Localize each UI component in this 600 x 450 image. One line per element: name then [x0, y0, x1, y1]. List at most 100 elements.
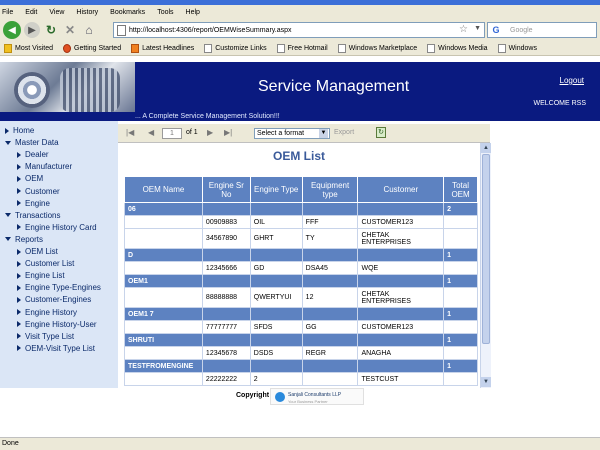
next-page-icon[interactable]: ▶ — [207, 128, 213, 137]
home-icon[interactable]: ⌂ — [81, 22, 97, 38]
sidebar-item-home[interactable]: Home — [5, 126, 34, 135]
bookmark-windows-media[interactable]: Windows Media — [427, 43, 488, 53]
sidebar-item-engine-history-user[interactable]: Engine History-User — [17, 320, 97, 329]
sidebar-item-customer[interactable]: Customer — [17, 187, 60, 196]
sidebar-item-oem-list[interactable]: OEM List — [17, 247, 58, 256]
group-row: OEM1 7 1 — [124, 307, 478, 321]
bookmark-customize-links[interactable]: Customize Links — [204, 43, 267, 53]
sidebar-item-customer-engines[interactable]: Customer-Engines — [17, 295, 91, 304]
table-cell: FFF — [301, 215, 359, 229]
export-format-select[interactable]: Select a format ▼ — [254, 128, 330, 139]
group-row: SHRUTI 1 — [124, 333, 478, 347]
sidebar-item-engine-list[interactable]: Engine List — [17, 271, 65, 280]
sidebar-item-label: Engine — [25, 198, 50, 208]
bookmark-most-visited[interactable]: Most Visited — [4, 43, 53, 53]
arrow-icon — [17, 163, 21, 170]
sidebar-item-oem-visit-type-list[interactable]: OEM-Visit Type List — [17, 344, 95, 353]
search-placeholder: Google — [510, 26, 533, 34]
logout-link[interactable]: Logout — [560, 76, 584, 85]
sidebar-item-master-data[interactable]: Master Data — [5, 138, 59, 147]
table-cell: ANAGHA — [357, 346, 445, 360]
arrow-icon — [17, 200, 21, 207]
menu-bookmarks[interactable]: Bookmarks — [110, 9, 145, 16]
sidebar-item-dealer[interactable]: Dealer — [17, 150, 49, 159]
menu-file[interactable]: File — [2, 9, 13, 16]
table-cell — [124, 215, 203, 229]
page-footer: Copyright Sanjali Consultants LLP Your B… — [118, 388, 490, 406]
menu-view[interactable]: View — [49, 9, 64, 16]
page-number-input[interactable]: 1 — [162, 128, 182, 139]
sidebar-item-manufacturer[interactable]: Manufacturer — [17, 162, 72, 171]
sidebar-item-label: Dealer — [25, 150, 49, 160]
sidebar-item-customer-list[interactable]: Customer List — [17, 259, 74, 268]
col-customer: Customer — [357, 176, 445, 203]
group-cell — [301, 274, 359, 288]
group-cell — [201, 202, 251, 216]
bookmark-label: Windows Media — [438, 44, 488, 52]
sidebar-item-visit-type-list[interactable]: Visit Type List — [17, 332, 74, 341]
table-cell — [443, 372, 478, 386]
menu-edit[interactable]: Edit — [25, 9, 37, 16]
scroll-thumb[interactable] — [482, 154, 490, 344]
table-cell — [124, 287, 203, 308]
table-cell: 00909883 — [201, 215, 251, 229]
arrow-icon — [17, 175, 21, 182]
expanded-arrow-icon — [5, 140, 11, 145]
sidebar-item-engine-history-card[interactable]: Engine History Card — [17, 223, 97, 232]
sidebar-item-engine-history[interactable]: Engine History — [17, 308, 77, 317]
back-arrow-icon[interactable]: ◀ — [3, 21, 21, 39]
table-cell — [443, 320, 478, 334]
bookmark-windows-marketplace[interactable]: Windows Marketplace — [337, 43, 417, 53]
prev-page-icon[interactable]: ◀ — [148, 128, 154, 137]
sidebar-item-engine[interactable]: Engine — [17, 199, 50, 208]
address-dropdown-icon[interactable]: ▼ — [474, 25, 481, 32]
sidebar-item-oem[interactable]: OEM — [17, 174, 43, 183]
sidebar-item-engine-type-engines[interactable]: Engine Type-Engines — [17, 283, 101, 292]
group-cell — [357, 202, 445, 216]
page-icon — [427, 43, 436, 53]
menu-history[interactable]: History — [76, 9, 98, 16]
table-cell: CHETAK ENTERPRISES — [357, 287, 445, 308]
bookmark-latest-headlines[interactable]: Latest Headlines — [131, 43, 194, 53]
browser-navbar: ◀ ▶ ↻ ✕ ⌂ http://localhost:4306/report/O… — [0, 19, 600, 41]
forward-arrow-icon[interactable]: ▶ — [24, 22, 40, 38]
scroll-up-icon[interactable]: ▲ — [481, 143, 491, 153]
bookmark-label: Most Visited — [15, 44, 53, 52]
last-page-icon[interactable]: ▶| — [224, 128, 232, 137]
group-cell — [249, 359, 303, 373]
stop-icon[interactable]: ✕ — [62, 22, 78, 38]
arrow-icon — [17, 284, 21, 291]
arrow-icon — [17, 309, 21, 315]
search-input[interactable]: G Google — [487, 22, 597, 38]
star-icon — [4, 43, 12, 53]
arrow-icon — [17, 248, 21, 255]
bookmark-windows[interactable]: Windows — [497, 43, 537, 53]
sidebar-item-label: Customer-Engines — [25, 295, 92, 305]
report-scrollbar[interactable]: ▲ ▼ — [480, 143, 491, 388]
arrow-icon — [17, 151, 21, 158]
scroll-down-icon[interactable]: ▼ — [481, 377, 491, 387]
sidebar-item-label: Engine History-User — [25, 319, 97, 329]
bookmark-free-hotmail[interactable]: Free Hotmail — [276, 43, 328, 53]
refresh-icon[interactable]: ↻ — [376, 127, 386, 138]
logo-icon — [275, 392, 285, 402]
sidebar-item-transactions[interactable]: Transactions — [5, 211, 61, 220]
table-row: 12345678 DSDS REGR ANAGHA — [124, 346, 478, 360]
table-cell: TY — [301, 228, 359, 249]
export-link[interactable]: Export — [334, 129, 354, 136]
table-cell: REGR — [301, 346, 359, 360]
logo-subtext: Your Business Partner — [288, 399, 328, 404]
first-page-icon[interactable]: |◀ — [126, 128, 134, 137]
table-row: 22222222 2 TESTCUST — [124, 372, 478, 386]
bookmark-star-icon[interactable]: ☆ — [459, 24, 468, 35]
address-bar[interactable]: http://localhost:4306/report/OEMWiseSumm… — [113, 22, 485, 38]
app-title: Service Management — [258, 78, 410, 95]
bookmark-getting-started[interactable]: Getting Started — [63, 43, 121, 53]
sidebar-item-reports[interactable]: Reports — [5, 235, 43, 244]
report-title: OEM List — [272, 149, 325, 163]
menu-help[interactable]: Help — [186, 9, 200, 16]
group-total: 1 — [443, 274, 478, 288]
table-cell: TESTCUST — [357, 372, 445, 386]
menu-tools[interactable]: Tools — [157, 9, 173, 16]
reload-icon[interactable]: ↻ — [43, 22, 59, 38]
